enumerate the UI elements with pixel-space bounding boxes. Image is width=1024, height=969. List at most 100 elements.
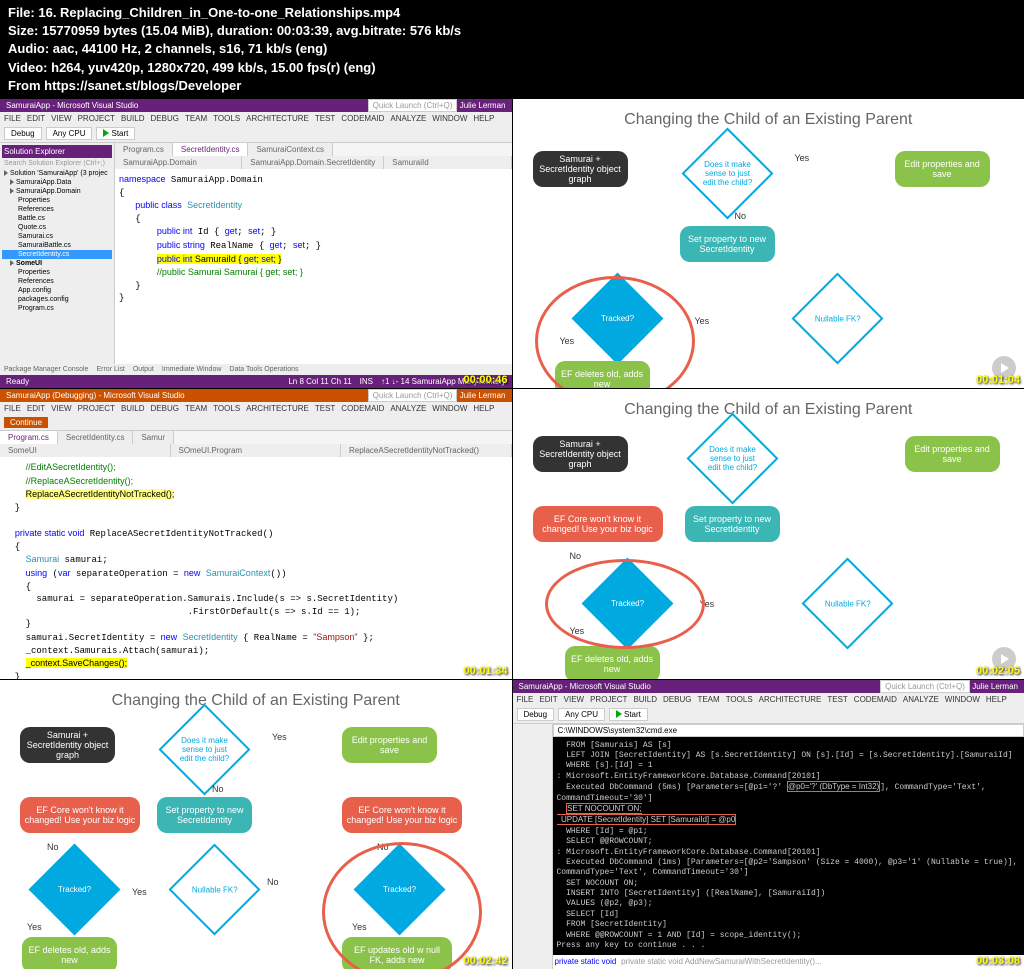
nav-dropdown[interactable]: SOmeUI.Program	[171, 444, 342, 457]
menu-bar[interactable]: FILEEDITVIEWPROJECTBUILDDEBUGTEAMTOOLSAR…	[513, 693, 1024, 706]
thumb-1: SamuraiApp - Microsoft Visual StudioQuic…	[0, 99, 512, 388]
tree-item[interactable]: SamuraiBattle.cs	[2, 241, 112, 250]
quick-launch-input[interactable]: Quick Launch (Ctrl+Q)	[880, 680, 970, 693]
nav-dropdown[interactable]: SomeUI	[0, 444, 171, 457]
tree-item[interactable]: Properties	[2, 268, 112, 277]
tab-active[interactable]: SecretIdentity.cs	[173, 143, 249, 156]
node-edit: Edit properties and save	[342, 727, 437, 763]
tree-item[interactable]: App.config	[2, 286, 112, 295]
label-no: No	[377, 842, 389, 852]
editor-tabs[interactable]: Program.cs SecretIdentity.cs Samur	[0, 431, 512, 444]
node-setprop: Set property to new SecretIdentity	[685, 506, 780, 542]
solution-explorer-collapsed[interactable]	[513, 724, 553, 969]
search-solution-input[interactable]: Search Solution Explorer (Ctrl+;)	[2, 158, 112, 169]
node-nullable: Nullable FK?	[801, 558, 893, 650]
tab[interactable]: SamuraiContext.cs	[248, 143, 333, 156]
tab[interactable]: Samur	[133, 431, 174, 444]
tree-item[interactable]: Quote.cs	[2, 223, 112, 232]
tree-solution[interactable]: Solution 'SamuraiApp' (3 projec	[2, 169, 112, 178]
editor-tabs[interactable]: Program.cs SecretIdentity.cs SamuraiCont…	[115, 143, 512, 156]
label-yes: Yes	[352, 922, 367, 932]
label-yes: Yes	[27, 922, 42, 932]
node-nullable: Nullable FK?	[169, 843, 261, 935]
code-editor[interactable]: namespace SamuraiApp.Domain { public cla…	[115, 169, 512, 364]
timestamp: 00:00:46	[463, 374, 507, 386]
label-no: No	[212, 784, 224, 794]
bottom-tabs[interactable]: Package Manager ConsoleError ListOutputI…	[0, 364, 512, 375]
start-button[interactable]: Start	[609, 708, 648, 721]
tree-item[interactable]: Battle.cs	[2, 214, 112, 223]
timestamp: 00:02:42	[463, 955, 507, 967]
label-yes: Yes	[700, 599, 715, 609]
tree-item-selected[interactable]: SecretIdentity.cs	[2, 250, 112, 259]
console-title: C:\WINDOWS\system32\cmd.exe	[553, 724, 1024, 737]
menu-bar[interactable]: FILEEDITVIEWPROJECTBUILDDEBUGTEAMTOOLSAR…	[0, 112, 512, 125]
nav-dropdown[interactable]: SamuraiApp.Domain.SecretIdentity	[242, 156, 384, 169]
config-dropdown[interactable]: Debug	[517, 708, 555, 721]
node-start: Samurai + SecretIdentity object graph	[20, 727, 115, 763]
nav-dropdown[interactable]: SamuraiApp.Domain	[115, 156, 242, 169]
tree-item[interactable]: Samurai.cs	[2, 232, 112, 241]
tree-item[interactable]: SamuraiApp.Data	[2, 178, 112, 187]
label-yes: Yes	[132, 887, 147, 897]
tree-item[interactable]: Program.cs	[2, 304, 112, 313]
timestamp: 00:01:34	[463, 665, 507, 677]
start-button[interactable]: Start	[96, 127, 135, 140]
tab-active[interactable]: Program.cs	[0, 431, 58, 444]
timestamp: 00:03:08	[976, 955, 1020, 967]
tree-item[interactable]: packages.config	[2, 295, 112, 304]
node-nullable: Nullable FK?	[791, 272, 883, 364]
thumb-3: SamuraiApp (Debugging) - Microsoft Visua…	[0, 389, 512, 678]
label-yes: Yes	[795, 153, 810, 163]
node-efupdates: EF updates old w null FK, adds new	[342, 937, 452, 969]
thumb-4: Changing the Child of an Existing Parent…	[513, 389, 1024, 678]
tab[interactable]: Program.cs	[115, 143, 173, 156]
toolbar[interactable]: Debug Any CPU Start	[0, 125, 512, 143]
quick-launch-input[interactable]: Quick Launch (Ctrl+Q)	[368, 99, 458, 112]
tree-item[interactable]: Properties	[2, 196, 112, 205]
config-dropdown[interactable]: Debug	[4, 127, 42, 140]
tree-item[interactable]: SomeUI	[2, 259, 112, 268]
timestamp: 00:02:05	[976, 665, 1020, 677]
nav-dropdown[interactable]: ReplaceASecretIdentityNotTracked()	[341, 444, 512, 457]
label-no: No	[47, 842, 59, 852]
quick-launch-input[interactable]: Quick Launch (Ctrl+Q)	[368, 389, 458, 402]
node-tracked: Tracked?	[571, 272, 663, 364]
label-yes: Yes	[570, 626, 585, 636]
toolbar[interactable]: Continue	[0, 415, 512, 431]
diagram-title: Changing the Child of an Existing Parent	[12, 692, 500, 710]
label-no: No	[267, 877, 279, 887]
node-decision-edit: Does it make sense to just edit the chil…	[159, 703, 251, 795]
node-efwontknow-2: EF Core won't know it changed! Use your …	[342, 797, 462, 833]
thumbnail-grid: SamuraiApp - Microsoft Visual StudioQuic…	[0, 99, 1024, 969]
solution-explorer[interactable]: Solution Explorer Search Solution Explor…	[0, 143, 115, 364]
label-yes: Yes	[272, 732, 287, 742]
node-edit: Edit properties and save	[895, 151, 990, 187]
node-setprop: Set property to new SecretIdentity	[157, 797, 252, 833]
node-setprop: Set property to new SecretIdentity	[680, 226, 775, 262]
nav-dropdown[interactable]: SamuraiId	[384, 156, 511, 169]
node-tracked: Tracked?	[581, 558, 673, 650]
status-bar: ReadyLn 8 Col 11 Ch 11INS↑1 ↓- 14 Samura…	[0, 375, 512, 388]
code-editor[interactable]: //EditASecretIdentity(); //ReplaceASecre…	[0, 457, 512, 678]
menu-bar[interactable]: FILEEDITVIEWPROJECTBUILDDEBUGTEAMTOOLSAR…	[0, 402, 512, 415]
node-tracked: Tracked?	[29, 843, 121, 935]
window-title: SamuraiApp - Microsoft Visual StudioQuic…	[0, 99, 512, 112]
toolbar[interactable]: Debug Any CPU Start	[513, 706, 1024, 724]
node-efdeletes: EF deletes old, adds new	[22, 937, 117, 969]
node-efwontknow: EF Core won't know it changed! Use your …	[20, 797, 140, 833]
thumb-2: Changing the Child of an Existing Parent…	[513, 99, 1024, 388]
thumb-5: Changing the Child of an Existing Parent…	[0, 680, 512, 969]
label-no: No	[735, 211, 747, 221]
thumb-6: SamuraiApp - Microsoft Visual StudioQuic…	[513, 680, 1024, 969]
node-edit: Edit properties and save	[905, 436, 1000, 472]
cpu-dropdown[interactable]: Any CPU	[558, 708, 605, 721]
continue-button[interactable]: Continue	[4, 417, 48, 428]
node-start: Samurai + SecretIdentity object graph	[533, 436, 628, 472]
cpu-dropdown[interactable]: Any CPU	[46, 127, 93, 140]
tree-item[interactable]: References	[2, 205, 112, 214]
tree-item[interactable]: SamuraiApp.Domain	[2, 187, 112, 196]
tab[interactable]: SecretIdentity.cs	[58, 431, 134, 444]
console-output: FROM [Samurais] AS [s] LEFT JOIN [Secret…	[553, 737, 1024, 956]
tree-item[interactable]: References	[2, 277, 112, 286]
